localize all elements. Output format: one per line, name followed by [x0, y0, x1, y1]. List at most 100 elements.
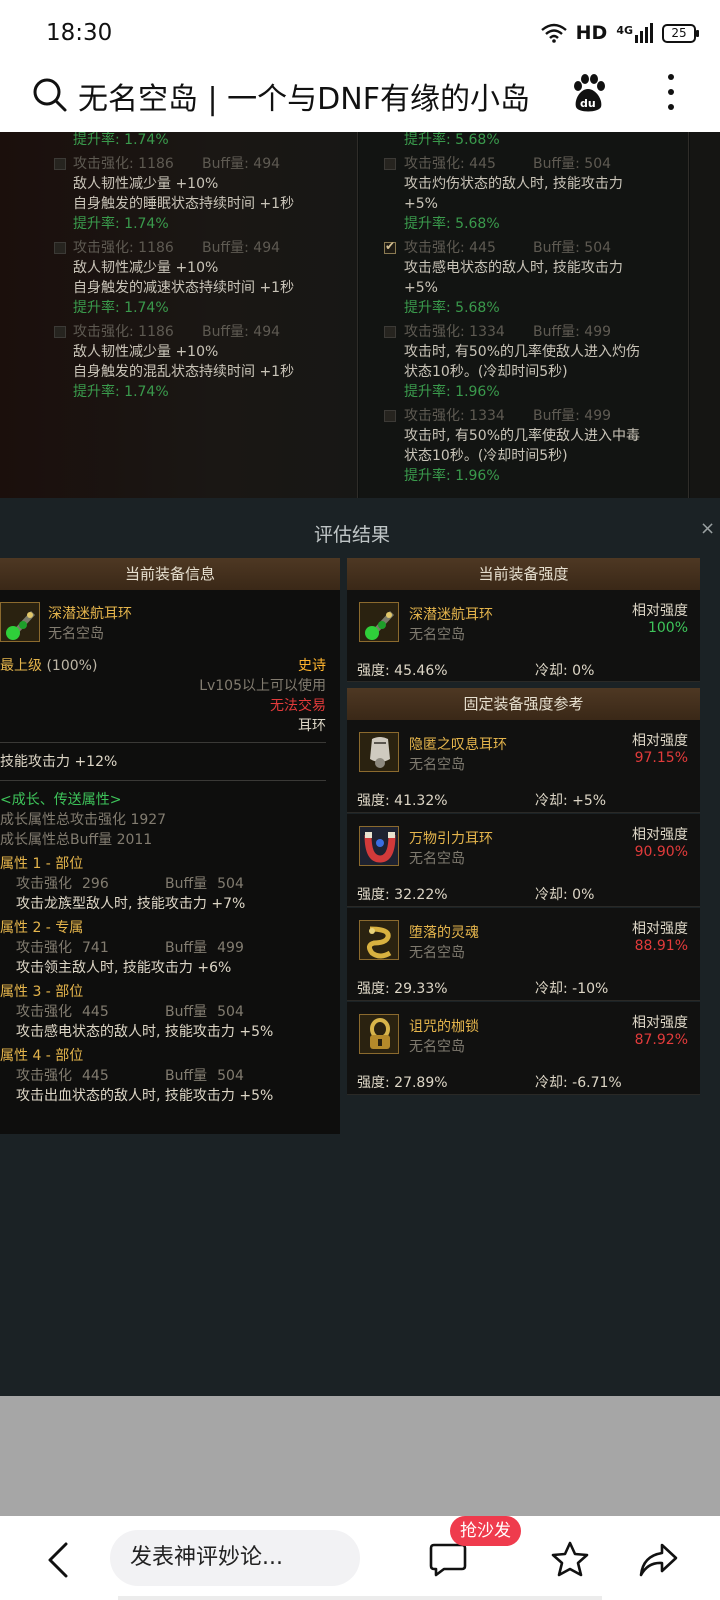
growth-attack-total: 成长属性总攻击强化 1927 — [0, 812, 167, 828]
attack-value: 296 — [82, 876, 109, 892]
game-text-line: 提升率: 5.68% — [404, 132, 500, 148]
property-description: 攻击出血状态的敌人时, 技能攻击力 +5% — [16, 1088, 274, 1104]
search-icon[interactable] — [32, 77, 68, 113]
rarity-label: 史诗 — [298, 658, 326, 674]
relative-strength-label: 相对强度 — [632, 1015, 688, 1031]
checkbox — [384, 410, 396, 422]
attack-value: 445 — [82, 1004, 109, 1020]
game-text-line: 提升率: 5.68% — [404, 216, 500, 232]
game-text-line: 攻击时, 有50%的几率使敌人进入灼伤 — [404, 344, 641, 360]
buff-label: Buff量 — [165, 1068, 208, 1084]
game-text-line: 攻击灼伤状态的敌人时, 技能攻击力 — [404, 176, 623, 192]
relative-strength-label: 相对强度 — [632, 733, 688, 749]
page-title[interactable]: 无名空岛 | 一个与DNF有缘的小岛 — [78, 74, 530, 118]
game-buff-value: Buff量: 494 — [202, 324, 281, 340]
buff-value: 504 — [217, 1004, 244, 1020]
game-text-line: 提升率: 5.68% — [404, 300, 500, 316]
game-buff-value: Buff量: 499 — [533, 324, 612, 340]
property-attack: 攻击强化 445 — [16, 1002, 109, 1022]
property-title: 属性 2 - 专属 — [0, 920, 84, 936]
buff-value: 504 — [217, 876, 244, 892]
attack-label: 攻击强化 — [16, 1068, 72, 1084]
strength-value: 强度: 41.32% — [357, 793, 448, 809]
home-indicator — [118, 1596, 602, 1600]
property-description: 攻击领主敌人时, 技能攻击力 +6% — [16, 960, 232, 976]
relative-strength-value: 87.92% — [634, 1032, 688, 1048]
game-text-line: 攻击强化: 1186 — [73, 156, 174, 172]
game-text-line: 提升率: 1.74% — [73, 216, 169, 232]
more-menu-icon[interactable] — [666, 74, 676, 110]
item-name: 深潜迷航耳环 — [48, 606, 132, 622]
back-arrow-icon[interactable] — [46, 1542, 70, 1578]
comment-icon[interactable] — [428, 1542, 468, 1578]
shackle-icon — [359, 1014, 399, 1054]
divider — [0, 742, 326, 743]
magnet-icon — [359, 826, 399, 866]
trade-restriction: 无法交易 — [270, 698, 326, 714]
game-text-line: 攻击强化: 445 — [404, 156, 496, 172]
buff-value: 504 — [217, 1068, 244, 1084]
property-buff: Buff量 504 — [165, 1002, 244, 1022]
item-source: 无名空岛 — [48, 626, 104, 642]
browser-header: 无名空岛 | 一个与DNF有缘的小岛 du — [0, 68, 720, 132]
attack-label: 攻击强化 — [16, 940, 72, 956]
game-screenshot: 提升率: 1.74% 攻击强化: 1186 Buff量: 494 敌人韧性减少量 +1… — [0, 132, 720, 498]
attack-value: 741 — [82, 940, 109, 956]
signal-icon: 4G — [616, 23, 653, 43]
strength-value: 强度: 32.22% — [357, 887, 448, 903]
property-attack: 攻击强化 741 — [16, 938, 109, 958]
property-buff: Buff量 499 — [165, 938, 244, 958]
relative-strength-value: 100% — [647, 620, 688, 636]
cooldown-value: 冷却: +5% — [535, 793, 607, 809]
share-arrow-icon[interactable] — [638, 1542, 678, 1578]
property-description: 攻击龙族型敌人时, 技能攻击力 +7% — [16, 896, 246, 912]
game-text-line: 提升率: 1.74% — [73, 384, 169, 400]
bell-icon — [359, 732, 399, 772]
close-icon[interactable]: × — [700, 518, 715, 539]
status-time: 18:30 — [46, 20, 113, 46]
game-text-line: 攻击感电状态的敌人时, 技能攻击力 — [404, 260, 623, 276]
game-text-line: 状态10秒。(冷却时间5秒) — [404, 448, 568, 464]
wifi-icon — [540, 23, 567, 43]
game-text-line: +5% — [404, 196, 438, 212]
relative-strength-value: 97.15% — [634, 750, 688, 766]
property-title: 属性 3 - 部位 — [0, 984, 84, 1000]
relative-strength-value: 88.91% — [634, 938, 688, 954]
relative-strength-label: 相对强度 — [632, 827, 688, 843]
buff-label: Buff量 — [165, 1004, 208, 1020]
game-edge-column — [690, 132, 720, 498]
bottom-toolbar: 发表神评妙论... 抢沙发 — [0, 1516, 720, 1600]
attack-value: 445 — [82, 1068, 109, 1084]
item-name: 万物引力耳环 — [409, 831, 493, 847]
game-text-line: 敌人韧性减少量 +10% — [73, 176, 219, 192]
game-text-line: 攻击强化: 1334 — [404, 324, 505, 340]
checked-checkbox — [384, 239, 396, 254]
baidu-paw-icon[interactable]: du — [570, 74, 606, 114]
network-type: HD — [575, 22, 608, 44]
current-equipment-header: 当前装备信息 — [0, 558, 340, 590]
game-text-line: 自身触发的睡眠状态持续时间 +1秒 — [73, 196, 295, 212]
skill-attack-stat: 技能攻击力 +12% — [0, 754, 118, 770]
relative-strength-label: 相对强度 — [632, 921, 688, 937]
property-attack: 攻击强化 296 — [16, 874, 109, 894]
favorite-star-icon[interactable] — [550, 1540, 590, 1580]
game-text-line: 敌人韧性减少量 +10% — [73, 344, 219, 360]
divider — [0, 780, 326, 781]
buff-label: Buff量 — [165, 940, 208, 956]
game-text-line: 攻击强化: 1186 — [73, 240, 174, 256]
comment-input[interactable]: 发表神评妙论... — [110, 1530, 360, 1586]
page-background-band — [0, 1396, 720, 1516]
relative-strength-value: 90.90% — [634, 844, 688, 860]
item-source: 无名空岛 — [409, 757, 465, 773]
checkbox — [384, 158, 396, 170]
item-source: 无名空岛 — [409, 627, 465, 643]
item-source: 无名空岛 — [409, 945, 465, 961]
current-strength-card: 深潜迷航耳环 无名空岛 相对强度 100% 强度: 45.46% 冷却: 0% — [347, 590, 700, 682]
current-equipment-panel: 深潜迷航耳环 无名空岛 最上级 (100%) 史诗 Lv105以上可以使用 无法… — [0, 590, 340, 1134]
game-buff-value: Buff量: 494 — [202, 240, 281, 256]
status-bar: 18:30 HD 4G 25 — [0, 0, 720, 68]
sofa-badge[interactable]: 抢沙发 — [450, 1516, 521, 1546]
growth-title: <成长、传送属性> — [0, 792, 122, 808]
game-text-line: 敌人韧性减少量 +10% — [73, 260, 219, 276]
attack-label: 攻击强化 — [16, 1004, 72, 1020]
